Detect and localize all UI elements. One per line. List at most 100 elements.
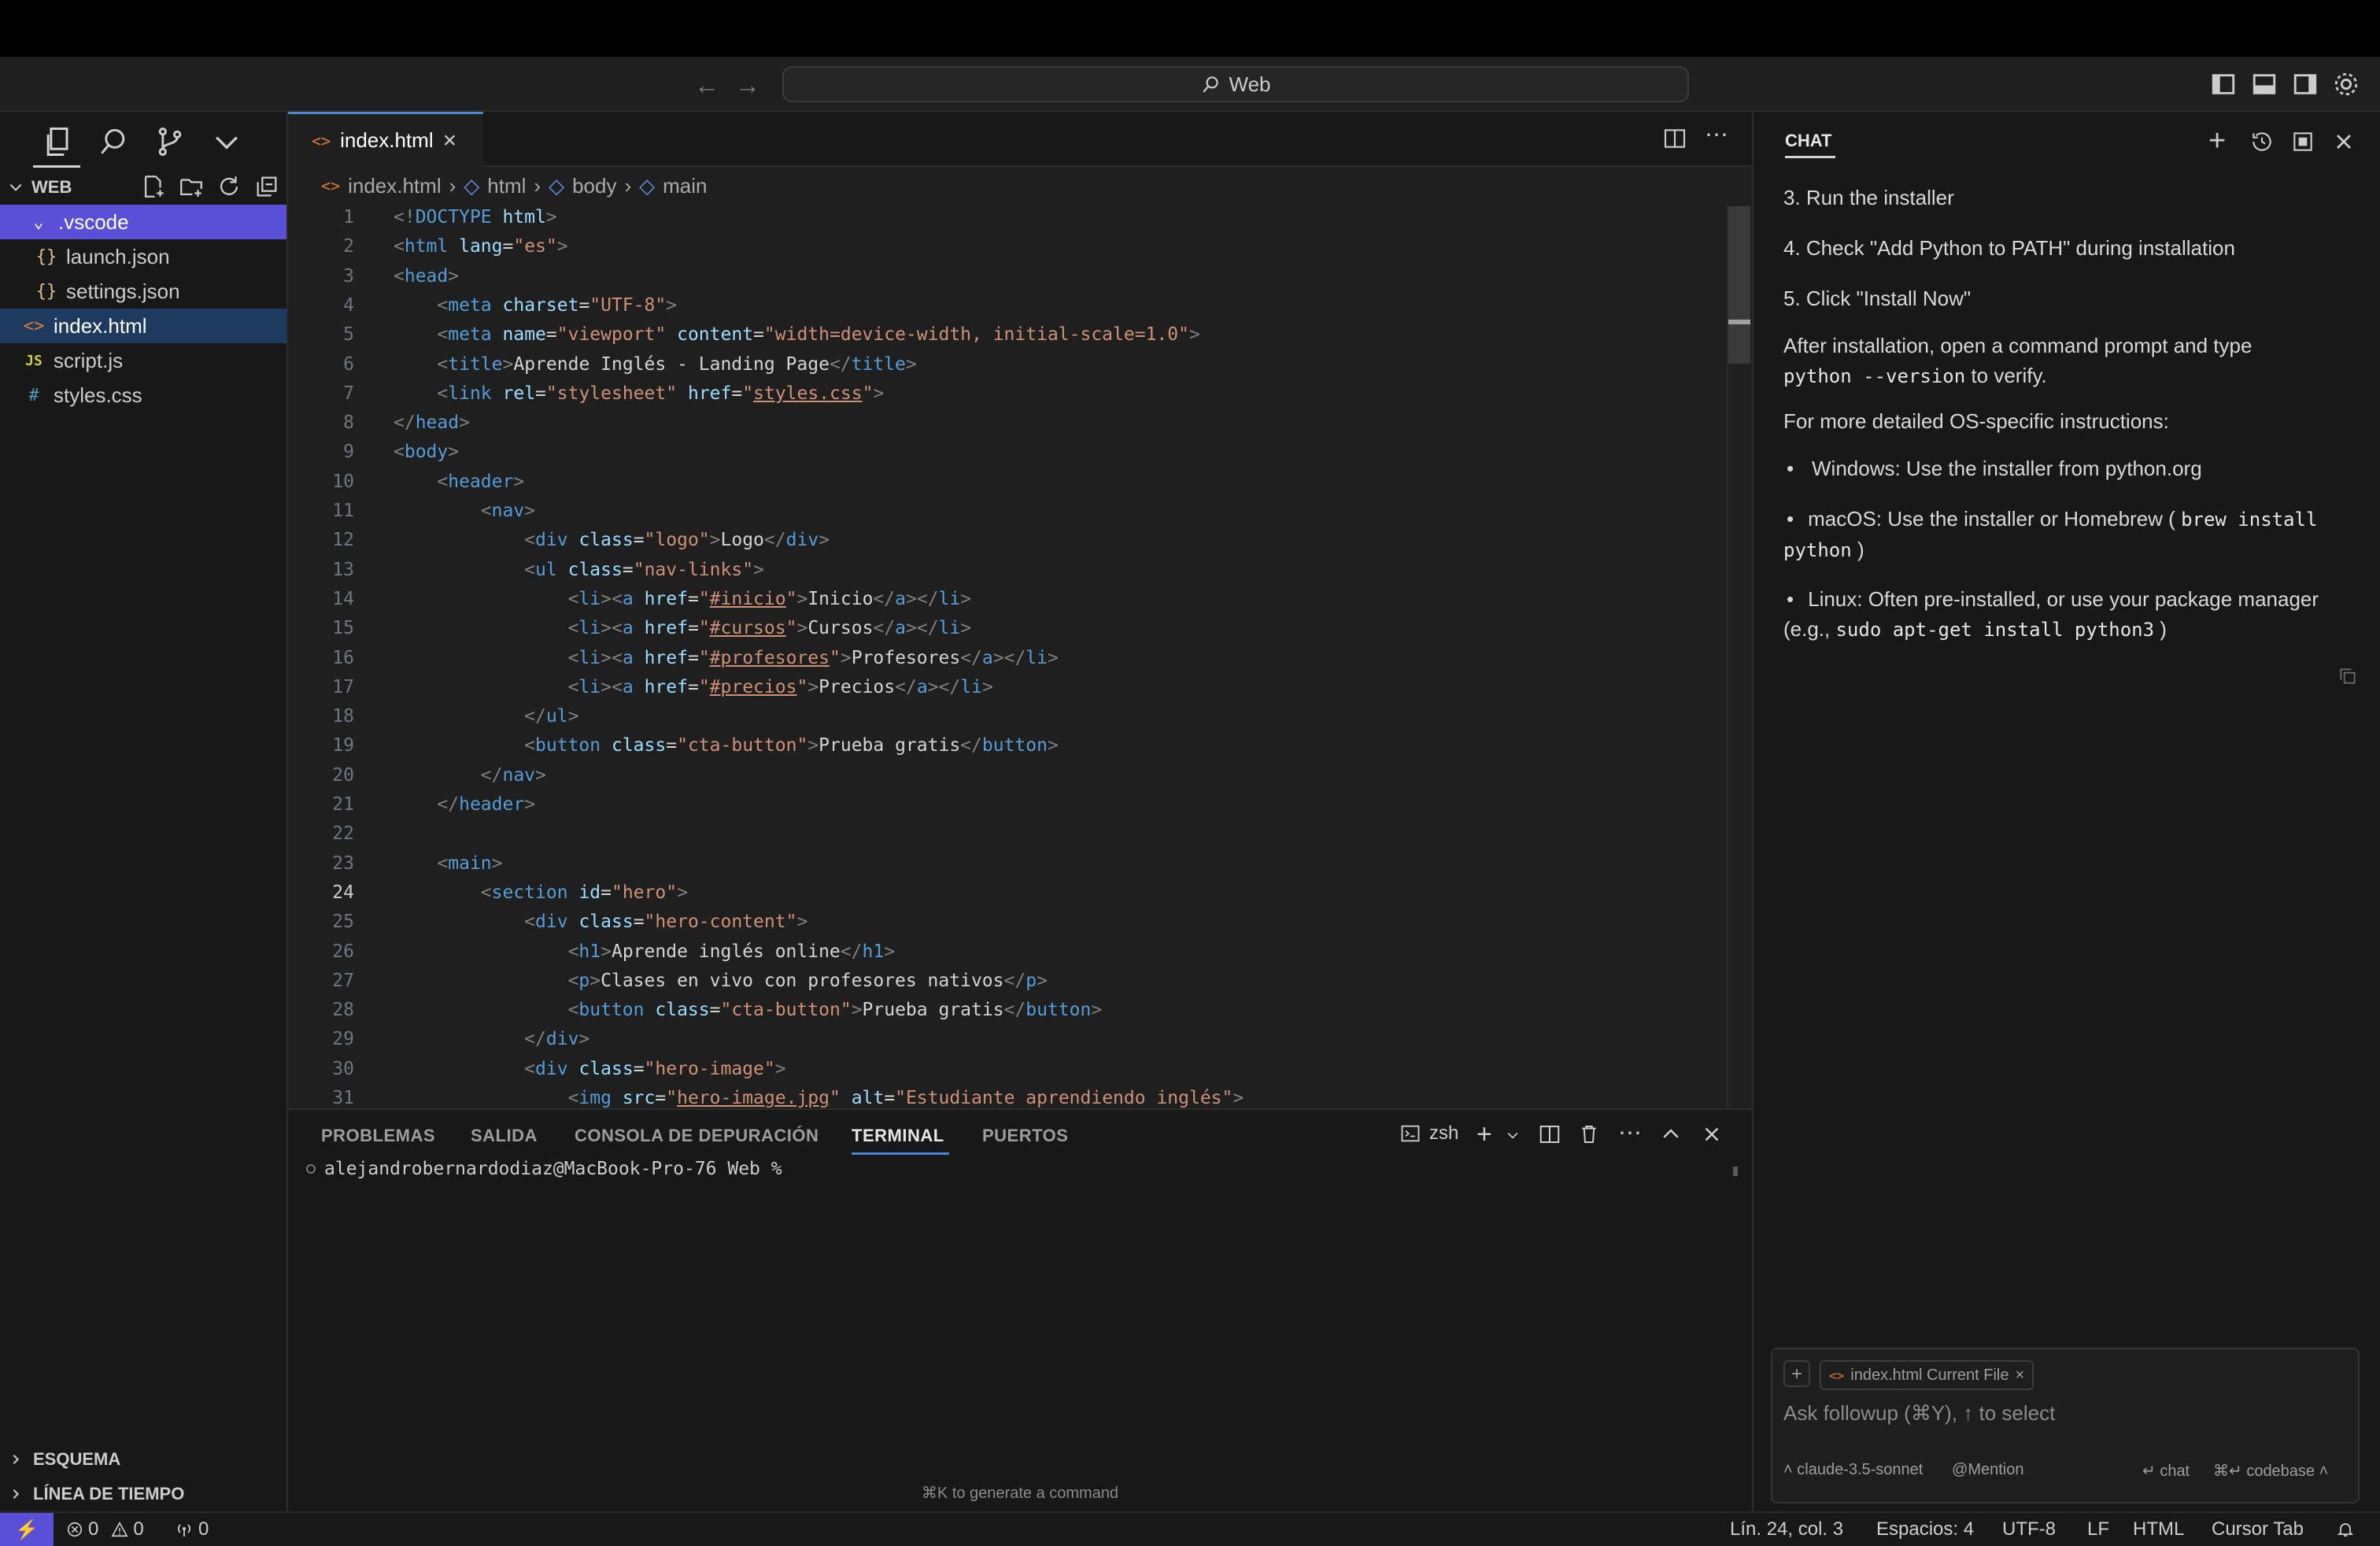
breadcrumb-item[interactable]: html [487,174,526,198]
mention-button[interactable]: @Mention [1952,1461,2023,1479]
more-actions-icon[interactable]: ⋯ [1703,124,1730,153]
code-line[interactable]: 5 <meta name="viewport" content="width=d… [288,320,1720,349]
submit-chat-button[interactable]: ↵ chat [2142,1461,2190,1481]
add-context-plus-icon[interactable]: + [1783,1360,1810,1387]
tab-terminal[interactable]: TERMINAL [852,1126,944,1146]
indentation-status[interactable]: Espacios: 4 [1876,1513,1974,1546]
tab-puertos[interactable]: PUERTOS [982,1126,1068,1146]
model-selector[interactable]: ˄ claude-3.5-sonnet [1783,1461,1923,1479]
code-line[interactable]: 29 </div> [288,1025,1720,1053]
code-line[interactable]: 25 <div class="hero-content"> [288,908,1720,936]
language-mode[interactable]: HTML [2133,1513,2184,1546]
code-line[interactable]: 24 <section id="hero"> [288,878,1720,907]
code-line[interactable]: 28 <button class="cta-button">Prueba gra… [288,996,1720,1024]
notifications-bell-icon[interactable] [2336,1513,2355,1546]
chevron-down-icon[interactable] [1505,1127,1521,1143]
command-center-search[interactable]: Web [782,66,1689,102]
maximize-panel-chevron-up-icon[interactable] [1659,1123,1683,1146]
split-terminal-icon[interactable] [1538,1123,1561,1146]
new-chat-plus-icon[interactable]: + [2208,126,2226,156]
close-chat-icon[interactable] [2331,129,2356,154]
terminal-shell-selector[interactable]: zsh [1399,1123,1458,1145]
code-line[interactable]: 2 <html lang="es"> [288,232,1720,261]
source-control-icon[interactable] [153,124,187,159]
settings-gear-icon[interactable] [2333,71,2360,98]
code-line[interactable]: 20 </nav> [288,761,1720,790]
code-line[interactable]: 21 </header> [288,790,1720,819]
cursor-tab-status[interactable]: Cursor Tab [2212,1513,2304,1546]
copy-icon[interactable] [2338,666,2358,686]
code-line[interactable]: 23 <main> [288,849,1720,878]
followup-input-placeholder[interactable]: Ask followup (⌘Y), ↑ to select [1783,1401,2055,1426]
code-line[interactable]: 4 <meta charset="UTF-8"> [288,291,1720,320]
code-editor[interactable]: 1 <!DOCTYPE html> 2 <html lang="es"> 3 <head>… [288,203,1728,1108]
code-line[interactable]: 9 <body> [288,438,1720,466]
code-line[interactable]: 31 <img src="hero-image.jpg" alt="Estudi… [288,1084,1720,1108]
terminal-output[interactable]: alejandrobernardodiaz@MacBook-Pro-76 Web… [305,1159,782,1179]
code-line[interactable]: 30 <div class="hero-image"> [288,1055,1720,1083]
code-line[interactable]: 19 <button class="cta-button">Prueba gra… [288,731,1720,760]
code-line[interactable]: 12 <div class="logo">Logo</div> [288,526,1720,554]
code-line[interactable]: 7 <link rel="stylesheet" href="styles.cs… [288,379,1720,408]
toggle-panel-icon[interactable] [2251,71,2278,98]
problems-status[interactable]: 0 0 [66,1513,144,1546]
code-line[interactable]: 26 <h1>Aprende inglés online</h1> [288,938,1720,966]
new-terminal-plus-icon[interactable]: + [1476,1121,1492,1148]
tab-problemas[interactable]: PROBLEMAS [321,1126,435,1146]
context-file-chip[interactable]: <> index.html Current File × [1820,1360,2034,1390]
code-line[interactable]: 13 <ul class="nav-links"> [288,556,1720,584]
code-line[interactable]: 8 </head> [288,409,1720,437]
encoding-status[interactable]: UTF-8 [2002,1513,2056,1546]
timeline-section[interactable]: LÍNEA DE TIEMPO [0,1477,286,1511]
code-line[interactable]: 6 <title>Aprende Inglés - Landing Page</… [288,350,1720,379]
tree-folder-vscode[interactable]: ⌄ .vscode [0,205,286,239]
code-line[interactable]: 16 <li><a href="#profesores">Profesores<… [288,644,1720,672]
tree-file-styles-css[interactable]: # styles.css [0,378,286,412]
code-line[interactable]: 27 <p>Clases en vivo con profesores nati… [288,967,1720,995]
outline-section[interactable]: ESQUEMA [0,1442,286,1477]
ports-status[interactable]: 0 [175,1513,209,1546]
tree-file-script-js[interactable]: JS script.js [0,343,286,378]
code-line[interactable]: 15 <li><a href="#cursos">Cursos</a></li> [288,614,1720,642]
toggle-primary-sidebar-icon[interactable] [2210,71,2237,98]
tab-index-html[interactable]: <> index.html × [288,112,483,167]
editor-scroll-thumb[interactable] [1728,206,1750,364]
history-icon[interactable] [2249,129,2275,154]
tree-file-settings-json[interactable]: {} settings.json [0,274,286,309]
forward-button[interactable]: → [734,71,762,99]
code-line[interactable]: 10 <header> [288,468,1720,496]
refresh-icon[interactable] [216,173,244,202]
search-view-icon[interactable] [96,124,131,159]
collapse-all-icon[interactable] [253,173,282,202]
code-line[interactable]: 17 <li><a href="#precios">Precios</a></l… [288,673,1720,701]
breadcrumb-item[interactable]: main [663,174,707,198]
code-line[interactable]: 22 [288,819,1720,848]
submit-codebase-button[interactable]: ⌘↵ codebase ˄ [2213,1461,2328,1481]
new-file-icon[interactable] [140,173,168,202]
split-editor-icon[interactable] [1662,126,1689,153]
tree-file-launch-json[interactable]: {} launch.json [0,239,286,274]
explorer-files-icon[interactable] [41,124,76,159]
breadcrumb-item[interactable]: body [572,174,616,198]
remote-indicator-icon[interactable]: ⚡ [0,1513,54,1546]
toggle-secondary-sidebar-icon[interactable] [2292,71,2319,98]
close-panel-icon[interactable] [1700,1123,1724,1146]
back-button[interactable]: ← [693,71,721,99]
explorer-section-header[interactable]: WEB [8,172,72,203]
tab-consola-depuracion[interactable]: CONSOLA DE DEPURACIÓN [575,1126,819,1146]
maximize-chat-icon[interactable] [2290,129,2315,154]
cursor-position[interactable]: Lín. 24, col. 3 [1730,1513,1843,1546]
eol-status[interactable]: LF [2087,1513,2109,1546]
tree-file-index-html[interactable]: <> index.html [0,309,286,343]
more-actions-icon[interactable]: ⋯ [1618,1119,1642,1147]
trash-icon[interactable] [1577,1123,1601,1146]
code-line[interactable]: 11 <nav> [288,497,1720,525]
code-line[interactable]: 18 </ul> [288,702,1720,730]
breadcrumb-item[interactable]: index.html [348,174,442,198]
tab-salida[interactable]: SALIDA [471,1126,538,1146]
more-views-chevron-icon[interactable] [209,124,244,159]
close-icon[interactable]: × [443,128,457,154]
code-line[interactable]: 14 <li><a href="#inicio">Inicio</a></li> [288,585,1720,613]
new-folder-icon[interactable] [178,173,206,202]
close-icon[interactable]: × [2015,1367,2024,1385]
